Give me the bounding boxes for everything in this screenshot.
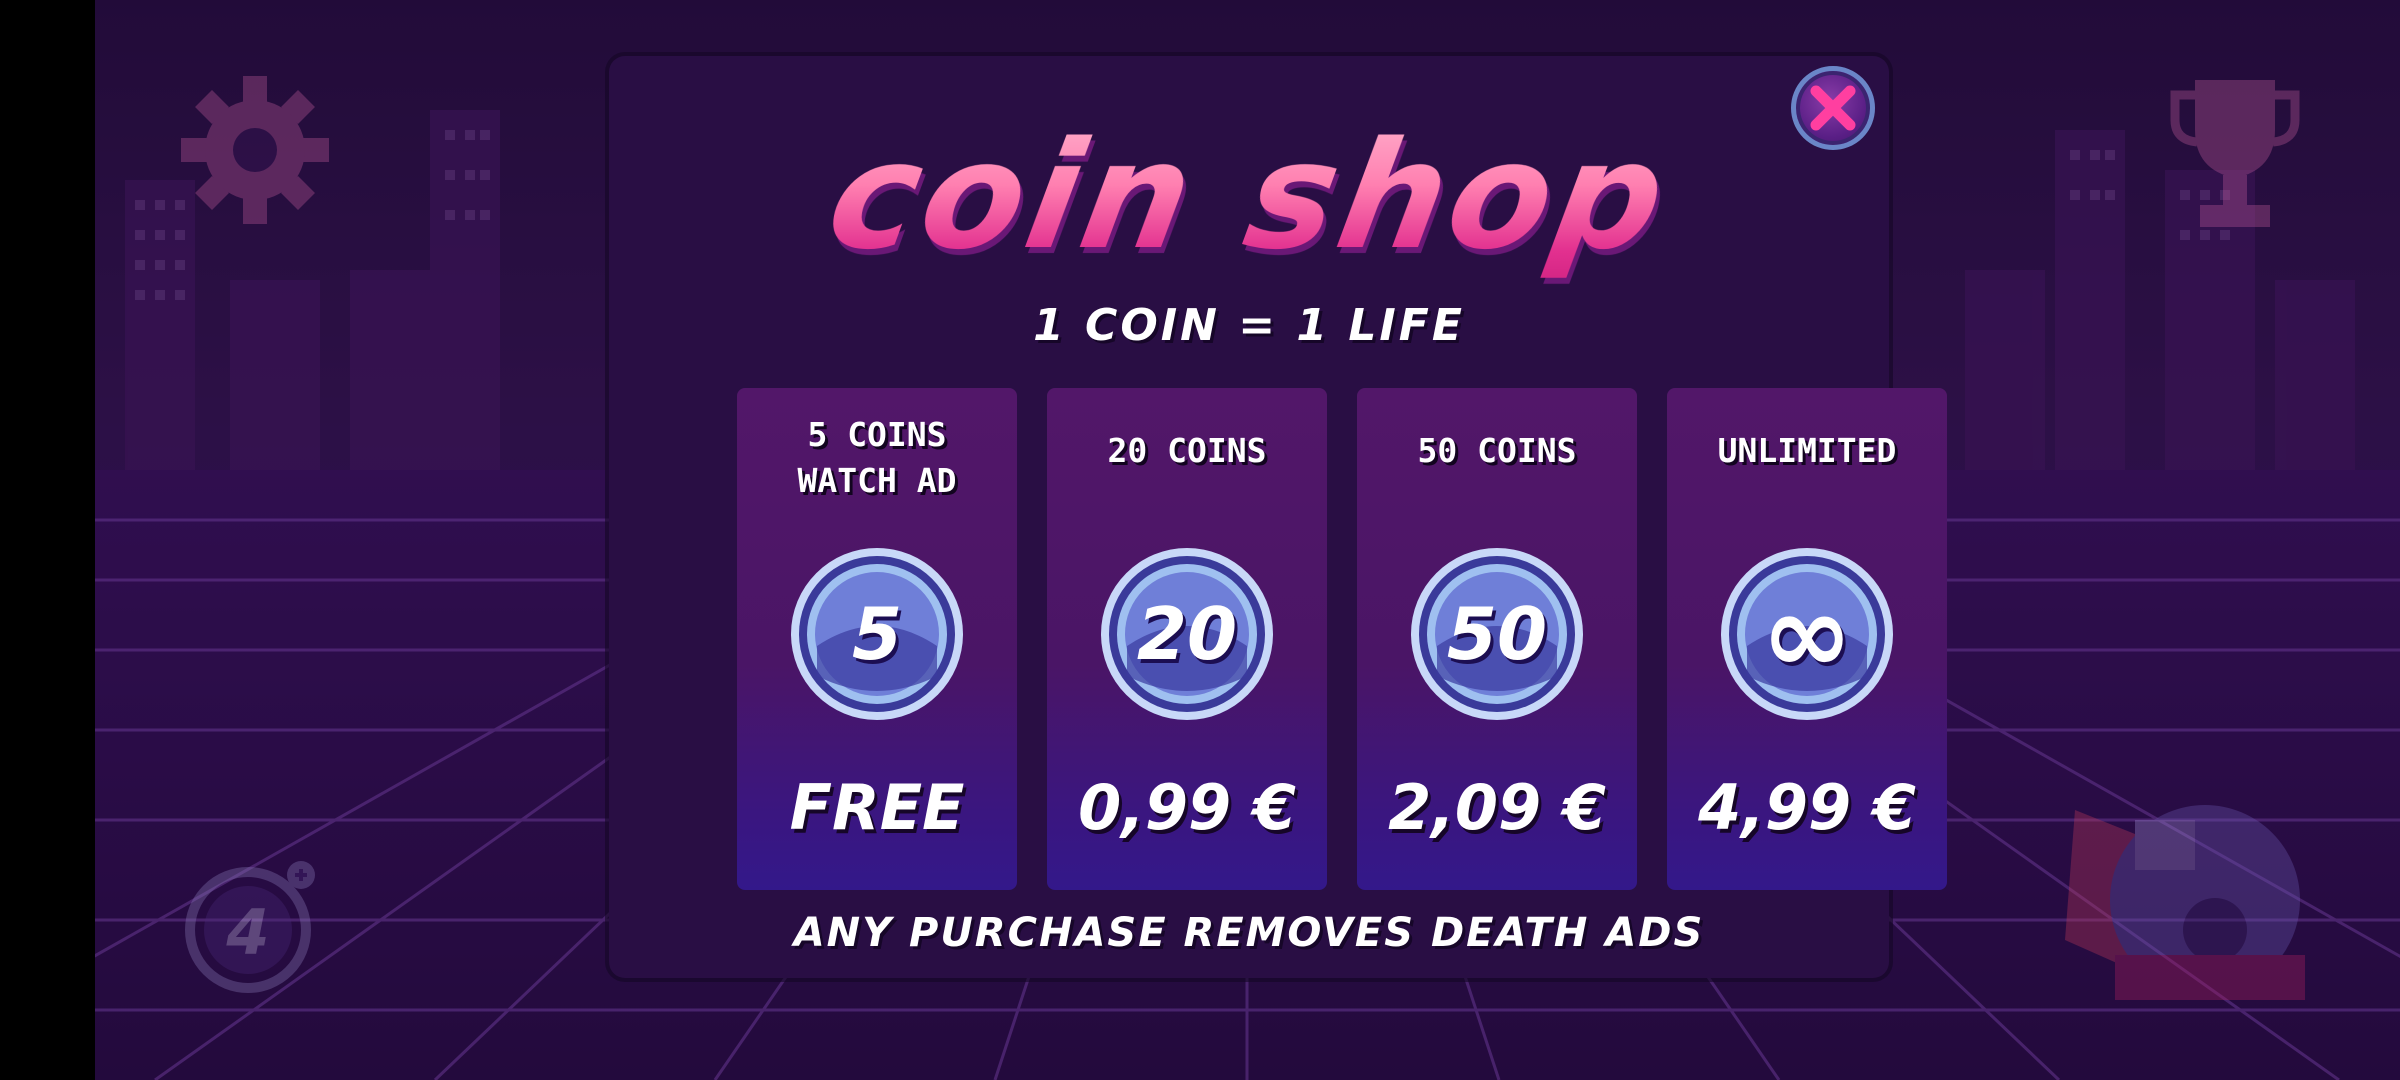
shop-title: COIN SHOP [813, 86, 1686, 306]
game-logo-icon [2055, 780, 2315, 1020]
lives-counter-icon[interactable]: 4 [183, 855, 323, 995]
offer-label: 5 COINS WATCH AD [737, 412, 1017, 504]
offer-label-line1: 5 COINS [807, 415, 947, 454]
offer-card-watch-ad[interactable]: 5 COINS WATCH AD 5 FREE [737, 388, 1017, 890]
infinity-icon: ∞ [1761, 570, 1853, 698]
footer-note: ANY PURCHASE REMOVES DEATH ADS [793, 910, 1705, 956]
coin-value: 5 [851, 592, 903, 676]
offer-price: 2,09 € [1388, 771, 1606, 844]
offer-label: 50 COINS [1417, 431, 1577, 470]
trophy-icon[interactable] [2165, 70, 2305, 240]
lives-counter-value: 4 [226, 896, 270, 969]
offer-price: 4,99 € [1698, 771, 1916, 844]
coin-life-ratio: 1 COIN = 1 LIFE [1033, 300, 1465, 351]
offer-card-20-coins[interactable]: 20 COINS 20 0,99 € [1047, 388, 1327, 890]
game-area: 4 COIN SHOP 1 COIN = 1 LIFE [95, 0, 2400, 1080]
coin-shop-modal: COIN SHOP 1 COIN = 1 LIFE 5 COINS WATCH … [609, 56, 1947, 978]
screen: 4 COIN SHOP 1 COIN = 1 LIFE [0, 0, 2400, 1080]
gear-icon[interactable] [175, 70, 335, 230]
offer-label: 20 COINS [1107, 431, 1267, 470]
offer-label-line2: WATCH AD [797, 461, 957, 500]
coin-value: 20 [1136, 592, 1238, 676]
offer-price: 0,99 € [1078, 771, 1296, 844]
coin-value: 50 [1446, 592, 1548, 676]
offer-label: UNLIMITED [1717, 431, 1897, 470]
offer-price: FREE [789, 771, 965, 844]
offer-card-50-coins[interactable]: 50 COINS 50 2,09 € [1357, 388, 1637, 890]
title-container: COIN SHOP [609, 86, 1889, 316]
offer-card-unlimited[interactable]: UNLIMITED ∞ 4,99 € [1667, 388, 1947, 890]
